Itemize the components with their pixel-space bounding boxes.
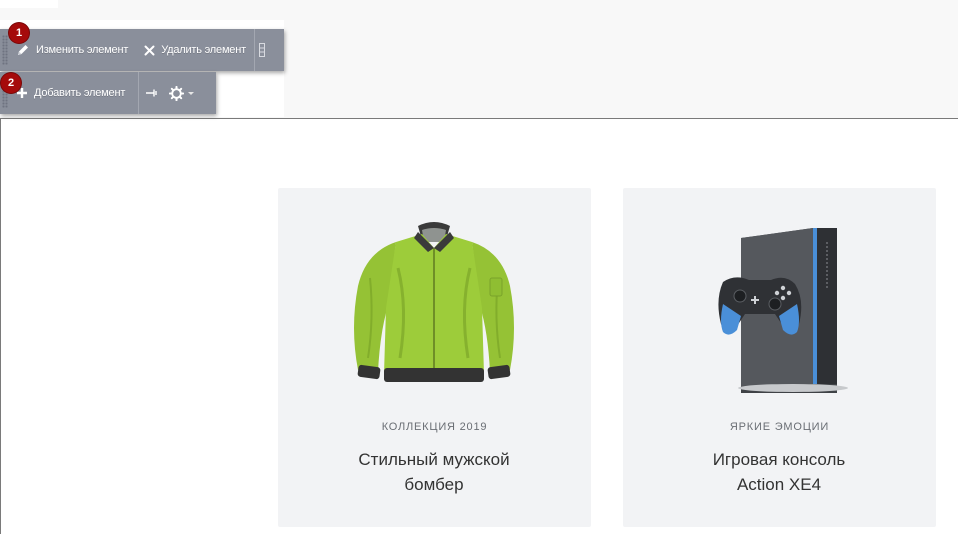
chevron-down-icon xyxy=(187,91,194,95)
content-left-border xyxy=(0,118,1,534)
product-card[interactable]: ЯРКИЕ ЭМОЦИИ Игровая консоль Action XE4 xyxy=(623,188,936,527)
pencil-icon xyxy=(18,45,28,55)
pin-button[interactable] xyxy=(139,72,165,114)
product-category: ЯРКИЕ ЭМОЦИИ xyxy=(729,421,830,433)
product-title[interactable]: Игровая консоль Action XE4 xyxy=(679,447,879,497)
gear-icon xyxy=(168,85,184,101)
delete-element-label: Удалить элемент xyxy=(161,44,246,56)
product-category: КОЛЛЕКЦИЯ 2019 xyxy=(381,421,488,433)
product-image-bomber-jacket xyxy=(354,222,514,382)
pin-icon xyxy=(146,89,157,97)
product-title-line: Игровая консоль xyxy=(712,450,846,469)
product-title-line: Action XE4 xyxy=(736,475,822,494)
edit-element-label: Изменить элемент xyxy=(36,44,129,56)
step-badge-2: 2 xyxy=(1,73,21,93)
settings-dropdown-button[interactable] xyxy=(165,72,197,114)
product-title-line: Стильный мужской xyxy=(358,450,510,469)
step-badge-1: 1 xyxy=(9,23,29,43)
toolbar-menu-button[interactable] xyxy=(255,29,269,71)
element-edit-toolbar: Изменить элемент Удалить элемент xyxy=(0,29,284,71)
add-element-button[interactable]: Добавить элемент xyxy=(8,72,138,114)
product-title-line: бомбер xyxy=(404,475,464,494)
product-card[interactable]: КОЛЛЕКЦИЯ 2019 Стильный мужской бомбер xyxy=(278,188,591,527)
product-title[interactable]: Стильный мужской бомбер xyxy=(334,447,534,497)
delete-element-button[interactable]: Удалить элемент xyxy=(136,29,254,71)
product-image-game-console xyxy=(718,228,848,393)
close-icon xyxy=(144,45,155,55)
drag-handle-icon xyxy=(258,43,265,57)
element-add-toolbar: Добавить элемент xyxy=(0,72,216,114)
top-tab xyxy=(0,0,58,8)
add-element-label: Добавить элемент xyxy=(34,87,126,99)
